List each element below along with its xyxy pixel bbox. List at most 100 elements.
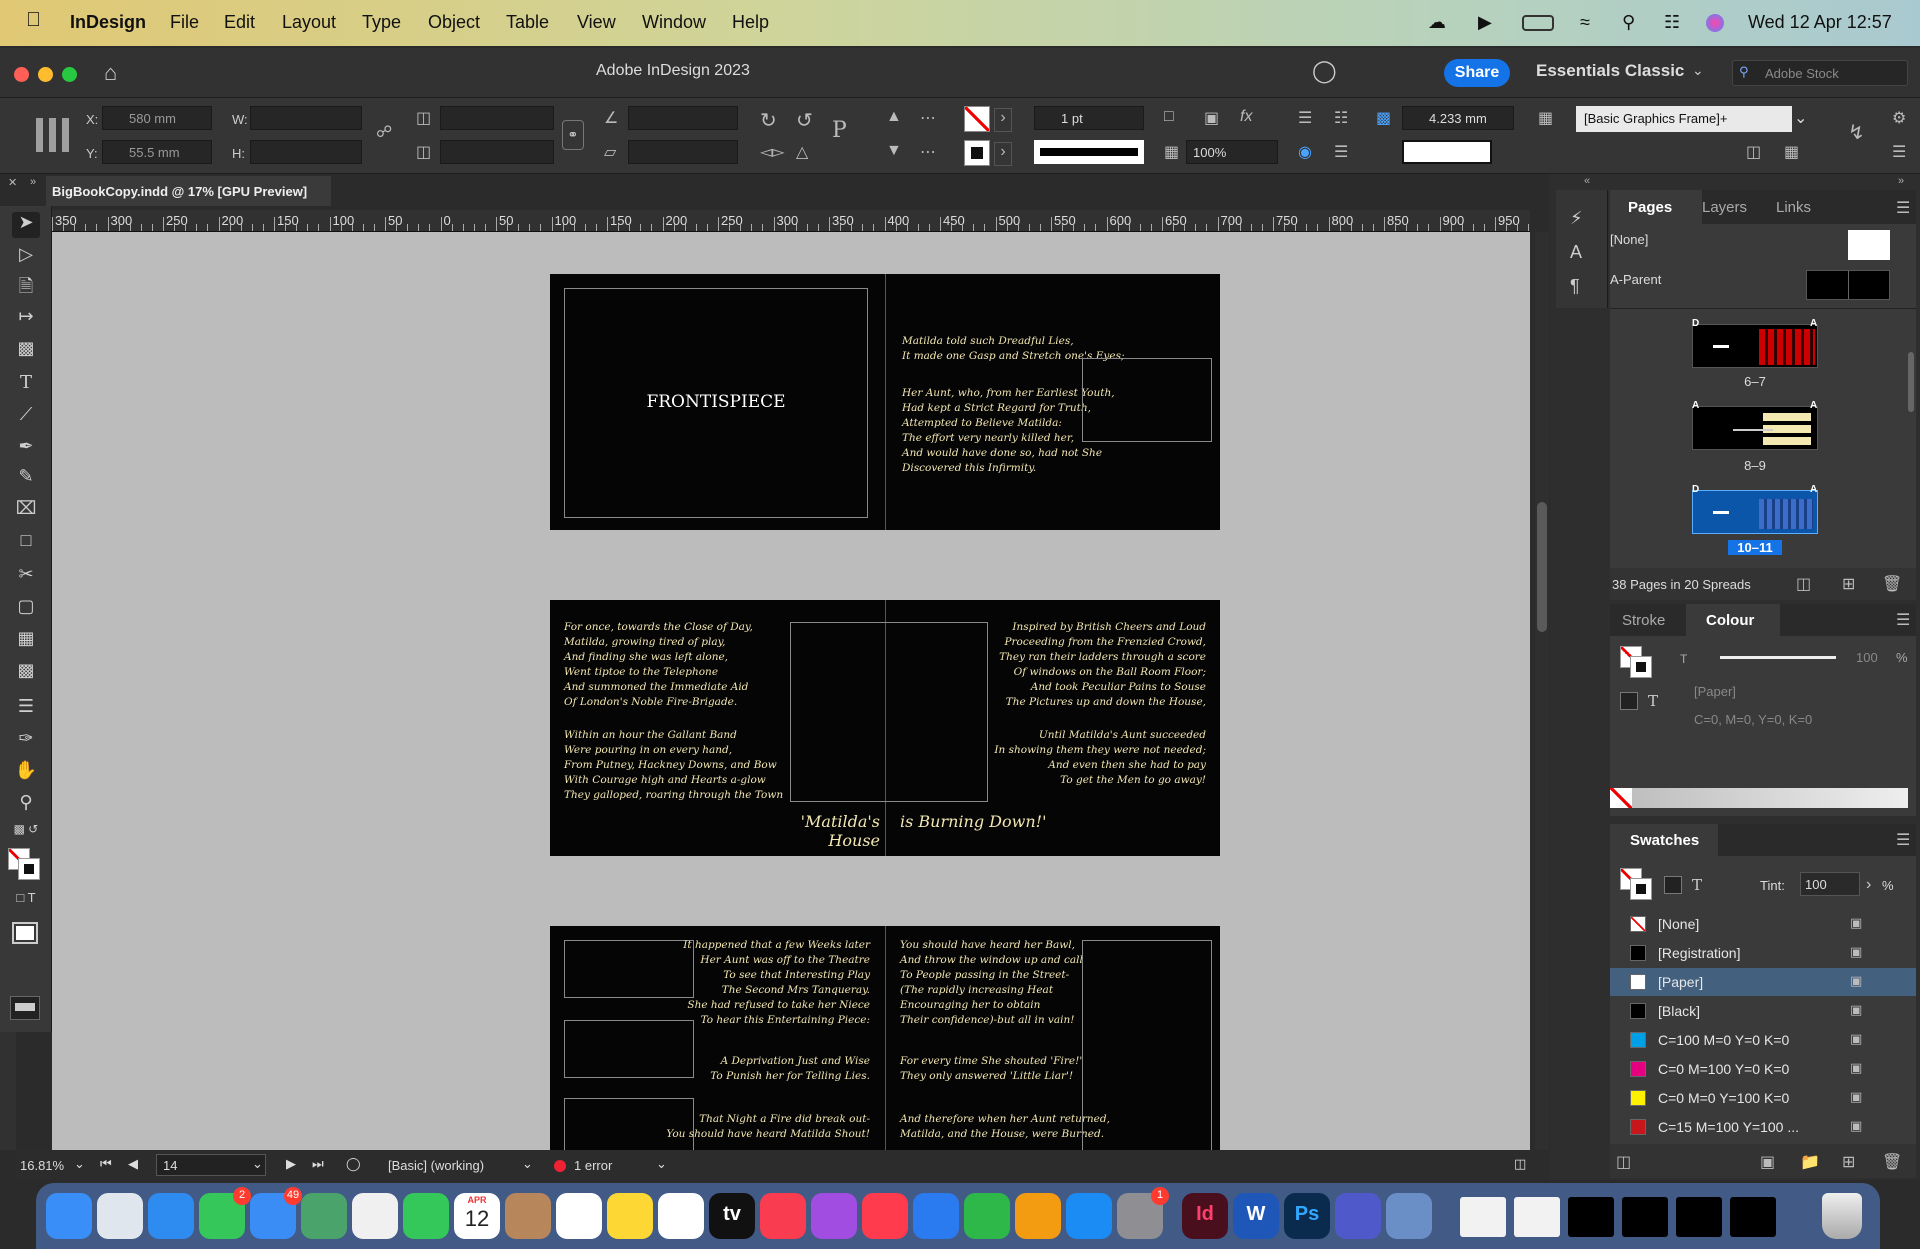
menu-file[interactable]: File [170, 12, 199, 33]
tab-links[interactable]: Links [1776, 199, 1811, 216]
headline-right[interactable]: is Burning Down!' [900, 812, 1046, 831]
type-tool-icon[interactable]: T [12, 372, 40, 398]
battery-icon[interactable] [1522, 15, 1554, 31]
next-page-icon[interactable]: ▶ [286, 1156, 296, 1172]
show-all-swatches-icon[interactable]: ◫ [1616, 1152, 1631, 1172]
swatch-row[interactable]: [None] ▣ [1610, 910, 1916, 938]
menu-type[interactable]: Type [362, 12, 401, 33]
image-frame[interactable] [564, 940, 694, 998]
width-field[interactable] [250, 106, 362, 130]
dock-app-contacts-icon[interactable] [505, 1193, 551, 1239]
scale-x-icon[interactable]: ◫ [416, 108, 431, 128]
rectangle-tool-icon[interactable]: □ [12, 530, 40, 556]
poem-text-frame[interactable]: Inspired by British Cheers and Loud Proc… [999, 620, 1206, 710]
play-icon[interactable]: ▶ [1478, 12, 1492, 33]
line-tool-icon[interactable]: ⟋ [12, 404, 40, 430]
tint-field[interactable]: 100 [1856, 650, 1878, 665]
x-position-field[interactable]: 580 mm [102, 106, 212, 130]
gap-field[interactable]: 4.233 mm [1402, 106, 1514, 130]
new-page-icon[interactable]: ⊞ [1842, 574, 1855, 594]
constrain-proportions-icon[interactable]: ☍ [376, 122, 392, 142]
image-frame[interactable] [1082, 940, 1212, 1150]
poem-text-frame[interactable]: Within an hour the Gallant Band Were pou… [564, 728, 783, 803]
vertical-ruler[interactable] [0, 1032, 16, 1150]
menu-view[interactable]: View [577, 12, 616, 33]
dock-app-mail-icon[interactable]: 49 [250, 1187, 302, 1239]
swatch-row[interactable]: [Black] ▣ [1610, 997, 1916, 1025]
height-field[interactable] [250, 140, 362, 164]
menu-window[interactable]: Window [642, 12, 706, 33]
preflight-profile[interactable]: [Basic] (working) [388, 1158, 484, 1173]
minimized-window[interactable] [1676, 1197, 1722, 1237]
swatch-row[interactable]: C=0 M=100 Y=0 K=0 ▣ [1610, 1055, 1916, 1083]
gradient-feather-tool-icon[interactable]: ▩ [12, 660, 40, 686]
frontispiece-text[interactable]: FRONTISPIECE [564, 392, 868, 412]
poem-text-frame[interactable]: For every time She shouted 'Fire!' They … [900, 1054, 1082, 1084]
scale-x-field[interactable] [440, 106, 554, 130]
stroke-color-icon[interactable] [1630, 656, 1652, 678]
spread-label-selected[interactable]: 10–11 [1728, 540, 1782, 555]
panel-menu-icon[interactable]: ☰ [1896, 830, 1910, 850]
headline-left[interactable]: 'Matilda's House [750, 812, 880, 850]
image-frame[interactable] [564, 1020, 694, 1078]
dock-app-pages-icon[interactable] [1015, 1193, 1061, 1239]
show-color-swatches-icon[interactable]: ▣ [1760, 1152, 1775, 1172]
dock-app-photos-icon[interactable] [352, 1193, 398, 1239]
parent-none[interactable]: [None] [1610, 232, 1648, 247]
new-color-group-icon[interactable]: 📁 [1800, 1152, 1820, 1172]
swatch-row[interactable]: C=100 M=0 Y=0 K=0 ▣ [1610, 1026, 1916, 1054]
spread[interactable]: For once, towards the Close of Day, Mati… [550, 600, 1220, 856]
chevron-right-icon[interactable]: › [1866, 876, 1871, 894]
dock-app-app-store-icon[interactable] [1066, 1193, 1112, 1239]
chevron-down-icon[interactable]: ⌄ [74, 1156, 85, 1172]
spread[interactable]: FRONTISPIECE Matilda told such Dreadful … [550, 274, 1220, 530]
close-icon[interactable]: ✕ [8, 176, 17, 189]
frame-icon[interactable]: ◫ [1746, 142, 1761, 162]
spread-label[interactable]: 8–9 [1730, 458, 1780, 473]
object-style-dropdown[interactable]: [Basic Graphics Frame]+ [1576, 106, 1792, 132]
formatting-text-icon[interactable]: T [1692, 876, 1702, 894]
poem-text-frame[interactable]: A Deprivation Just and Wise To Punish he… [710, 1054, 870, 1084]
tint-slider[interactable] [1720, 656, 1836, 659]
panel-menu-icon[interactable]: ☰ [1896, 610, 1910, 630]
dock-app-indesign-icon[interactable]: Id [1182, 1193, 1228, 1239]
minimize-window-button[interactable] [38, 67, 53, 82]
y-position-field[interactable]: 55.5 mm [102, 140, 212, 164]
wifi-icon[interactable]: ≈ [1580, 12, 1590, 33]
select-previous-icon[interactable]: ▼ [886, 142, 902, 160]
corner-options-preview[interactable] [1402, 140, 1492, 164]
scroll-thumb[interactable] [1908, 352, 1914, 412]
dock-app-reminders-icon[interactable] [556, 1193, 602, 1239]
chevron-down-icon[interactable]: ⌄ [522, 1156, 533, 1172]
colour-ramp[interactable] [1610, 788, 1908, 808]
minimized-window[interactable] [1514, 1197, 1560, 1237]
opacity-icon[interactable]: ▦ [1164, 142, 1179, 162]
dock-app-tv-icon[interactable]: tv [709, 1193, 755, 1239]
page-size-icon[interactable]: ◫ [1796, 574, 1811, 594]
dock-app-freeform-icon[interactable] [658, 1193, 704, 1239]
dock-app-teams-icon[interactable] [1335, 1193, 1381, 1239]
panel-menu-icon[interactable]: ☰ [1892, 142, 1906, 162]
lightbulb-icon[interactable]: ◯ [1312, 58, 1337, 84]
stroke-swatch[interactable] [964, 140, 990, 166]
flip-horizontal-icon[interactable]: ◅▻ [760, 142, 785, 162]
auto-fit-icon[interactable]: ▩ [1376, 108, 1391, 128]
dock-app-facetime-icon[interactable] [403, 1193, 449, 1239]
chevron-down-icon[interactable]: ⌄ [656, 1156, 667, 1172]
selection-tool-icon[interactable]: ➤ [12, 212, 40, 238]
previous-page-icon[interactable]: ◀ [128, 1156, 138, 1172]
preflight-errors[interactable]: 1 error [574, 1158, 612, 1173]
screen-mode-icon[interactable] [10, 996, 40, 1020]
poem-text-frame[interactable]: That Night a Fire did break out- You sho… [666, 1112, 870, 1142]
parent-a[interactable]: A-Parent [1610, 272, 1661, 287]
pasteboard[interactable]: FRONTISPIECE Matilda told such Dreadful … [52, 232, 1530, 1150]
dock-app-maps-icon[interactable] [301, 1193, 347, 1239]
menu-help[interactable]: Help [732, 12, 769, 33]
poem-text-frame[interactable]: It happened that a few Weeks later Her A… [683, 938, 870, 1028]
minimized-window[interactable] [1460, 1197, 1506, 1237]
menubar-clock[interactable]: Wed 12 Apr 12:57 [1748, 12, 1892, 33]
dock-app-news-icon[interactable] [862, 1193, 908, 1239]
formatting-container-icon[interactable] [1620, 692, 1638, 710]
app-menu[interactable]: InDesign [70, 12, 146, 33]
swatch-row[interactable]: C=0 M=0 Y=100 K=0 ▣ [1610, 1084, 1916, 1112]
